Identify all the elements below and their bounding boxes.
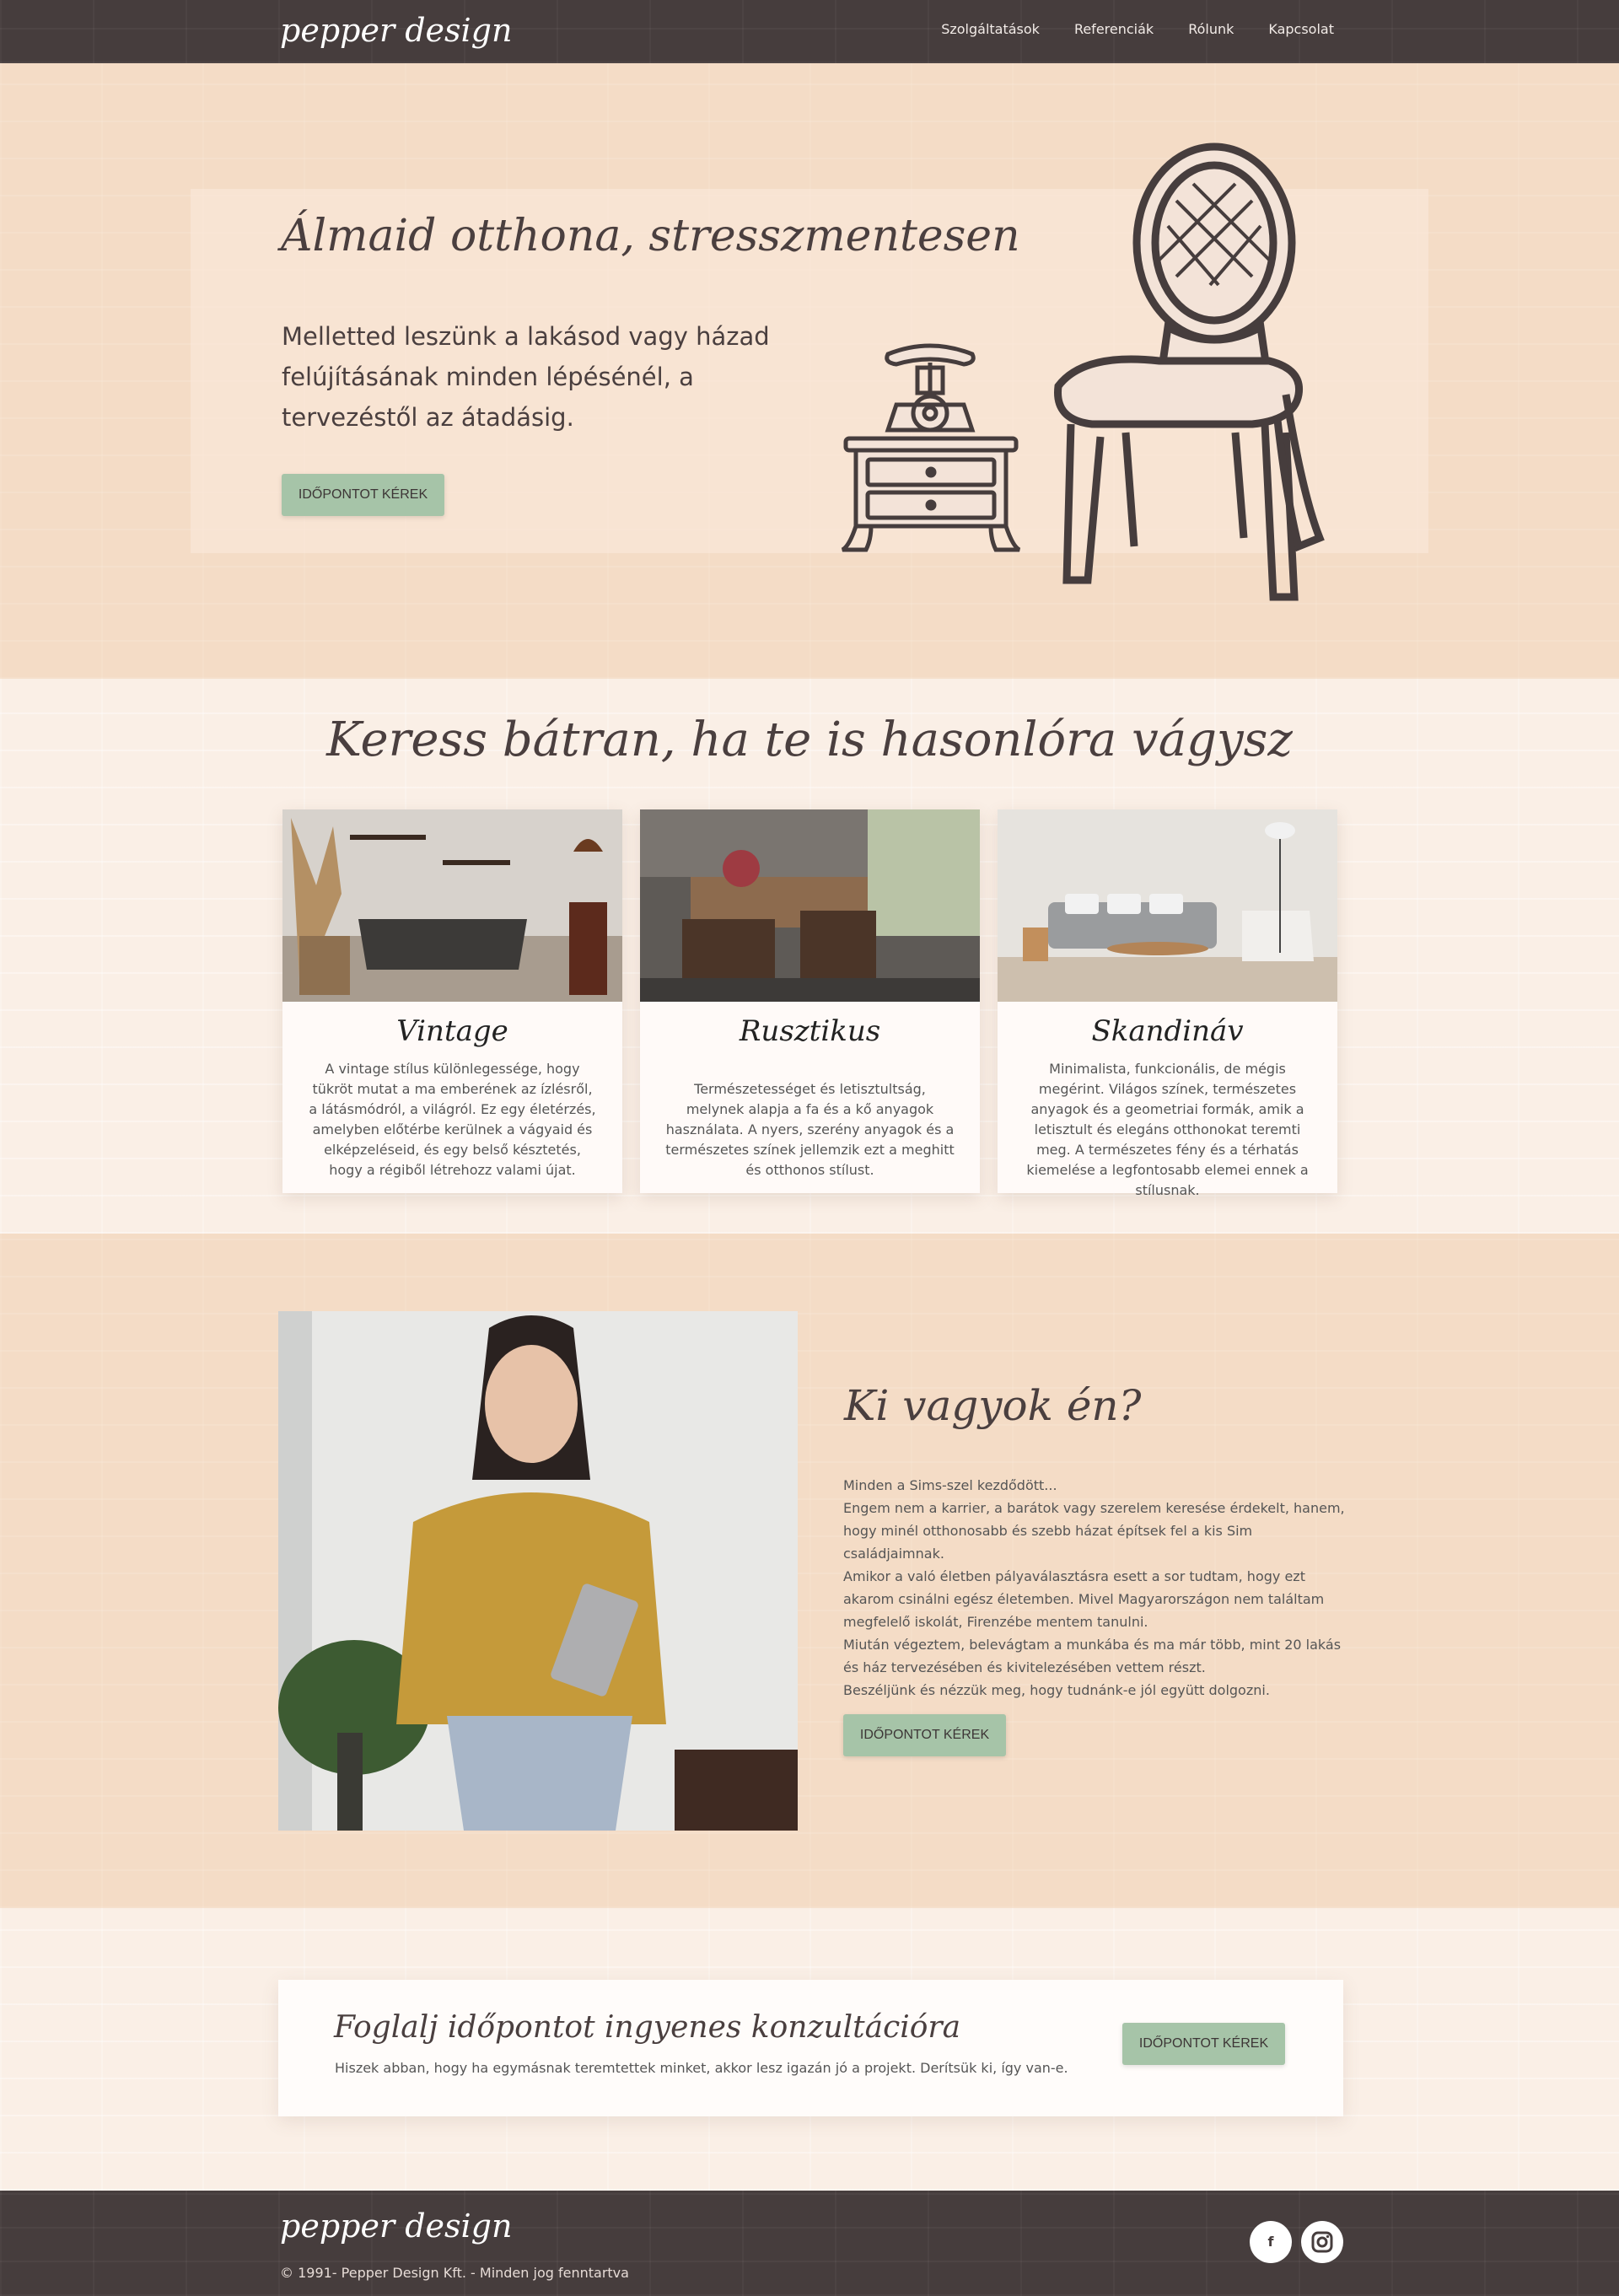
about-line: Amikor a való életben pályaválasztásra e…	[843, 1568, 1325, 1630]
hero-text: Melletted leszünk a lakásod vagy házad f…	[282, 322, 770, 432]
about-text: Minden a Sims-szel kezdődött... Engem ne…	[843, 1474, 1349, 1702]
logo[interactable]: pepper design	[280, 12, 512, 49]
nav-link-references[interactable]: Referenciák	[1074, 21, 1154, 37]
chair-illustration	[1054, 142, 1325, 601]
style-card-scandinavian[interactable]: Skandináv Minimalista, funkcionális, de …	[998, 809, 1337, 1198]
card-text-scandinavian: Minimalista, funkcionális, de mégis megé…	[1026, 1061, 1309, 1198]
consultation-section: Foglalj időpontot ingyenes konzultációra…	[0, 1908, 1619, 2191]
copyright-text: © 1991- Pepper Design Kft. - Minden jog …	[280, 2265, 629, 2281]
nav-link-services[interactable]: Szolgáltatások	[941, 21, 1040, 37]
style-card-vintage[interactable]: Vintage A vintage stílus különlegessége,…	[282, 809, 622, 1193]
rustic-photo	[640, 809, 980, 1002]
about-line: Minden a Sims-szel kezdődött...	[843, 1477, 1057, 1493]
style-card-rustic[interactable]: Rusztikus Természetességet és letisztult…	[640, 809, 980, 1193]
scandinavian-photo	[998, 809, 1337, 1002]
styles-title: Keress bátran, ha te is hasonlóra vágysz	[326, 712, 1293, 767]
about-section: Ki vagyok én? Minden a Sims-szel kezdődö…	[0, 1234, 1619, 1908]
vintage-photo	[282, 809, 622, 1002]
about-line: Miután végeztem, belevágtam a munkába és…	[843, 1637, 1342, 1675]
top-navigation: pepper design Szolgáltatások Referenciák…	[0, 0, 1619, 63]
about-appointment-button[interactable]: Időpontot kérek	[843, 1714, 1006, 1756]
card-text-rustic: Természetességet és letisztultság, melyn…	[665, 1081, 955, 1178]
card-title-vintage: Vintage	[396, 1014, 508, 1048]
styles-section: Keress bátran, ha te is hasonlóra vágysz…	[0, 679, 1619, 1234]
card-title-rustic: Rusztikus	[739, 1014, 881, 1048]
consultation-card: Foglalj időpontot ingyenes konzultációra…	[278, 1980, 1343, 2116]
hero-section: Álmaid otthona, stresszmentesen Mellette…	[0, 63, 1619, 679]
card-text-vintage: A vintage stílus különlegessége, hogy tü…	[309, 1061, 596, 1178]
consultation-title: Foglalj időpontot ingyenes konzultációra	[334, 2010, 961, 2045]
consultation-appointment-button[interactable]: Időpontot kérek	[1122, 2023, 1285, 2065]
about-line: Beszéljünk és nézzük meg, hogy tudnánk-e…	[843, 1682, 1270, 1698]
nightstand-telephone-illustration	[841, 343, 1021, 552]
nav-link-contact[interactable]: Kapcsolat	[1268, 21, 1334, 37]
footer: pepper design © 1991- Pepper Design Kft.…	[0, 2191, 1619, 2296]
about-title: Ki vagyok én?	[844, 1381, 1142, 1430]
facebook-icon[interactable]: f	[1250, 2221, 1292, 2263]
hero-appointment-button[interactable]: Időpontot kérek	[282, 474, 444, 516]
nav-menu: Szolgáltatások Referenciák Rólunk Kapcso…	[941, 21, 1334, 37]
instagram-icon[interactable]	[1301, 2221, 1343, 2263]
hero-title: Álmaid otthona, stresszmentesen	[281, 211, 1020, 261]
footer-logo[interactable]: pepper design	[280, 2207, 512, 2245]
about-line: Engem nem a karrier, a barátok vagy szer…	[843, 1500, 1345, 1562]
card-title-scandinavian: Skandináv	[1091, 1014, 1244, 1048]
designer-portrait-photo	[278, 1311, 798, 1831]
nav-link-about[interactable]: Rólunk	[1188, 21, 1234, 37]
consultation-text: Hiszek abban, hogy ha egymásnak teremtet…	[335, 2060, 1068, 2076]
